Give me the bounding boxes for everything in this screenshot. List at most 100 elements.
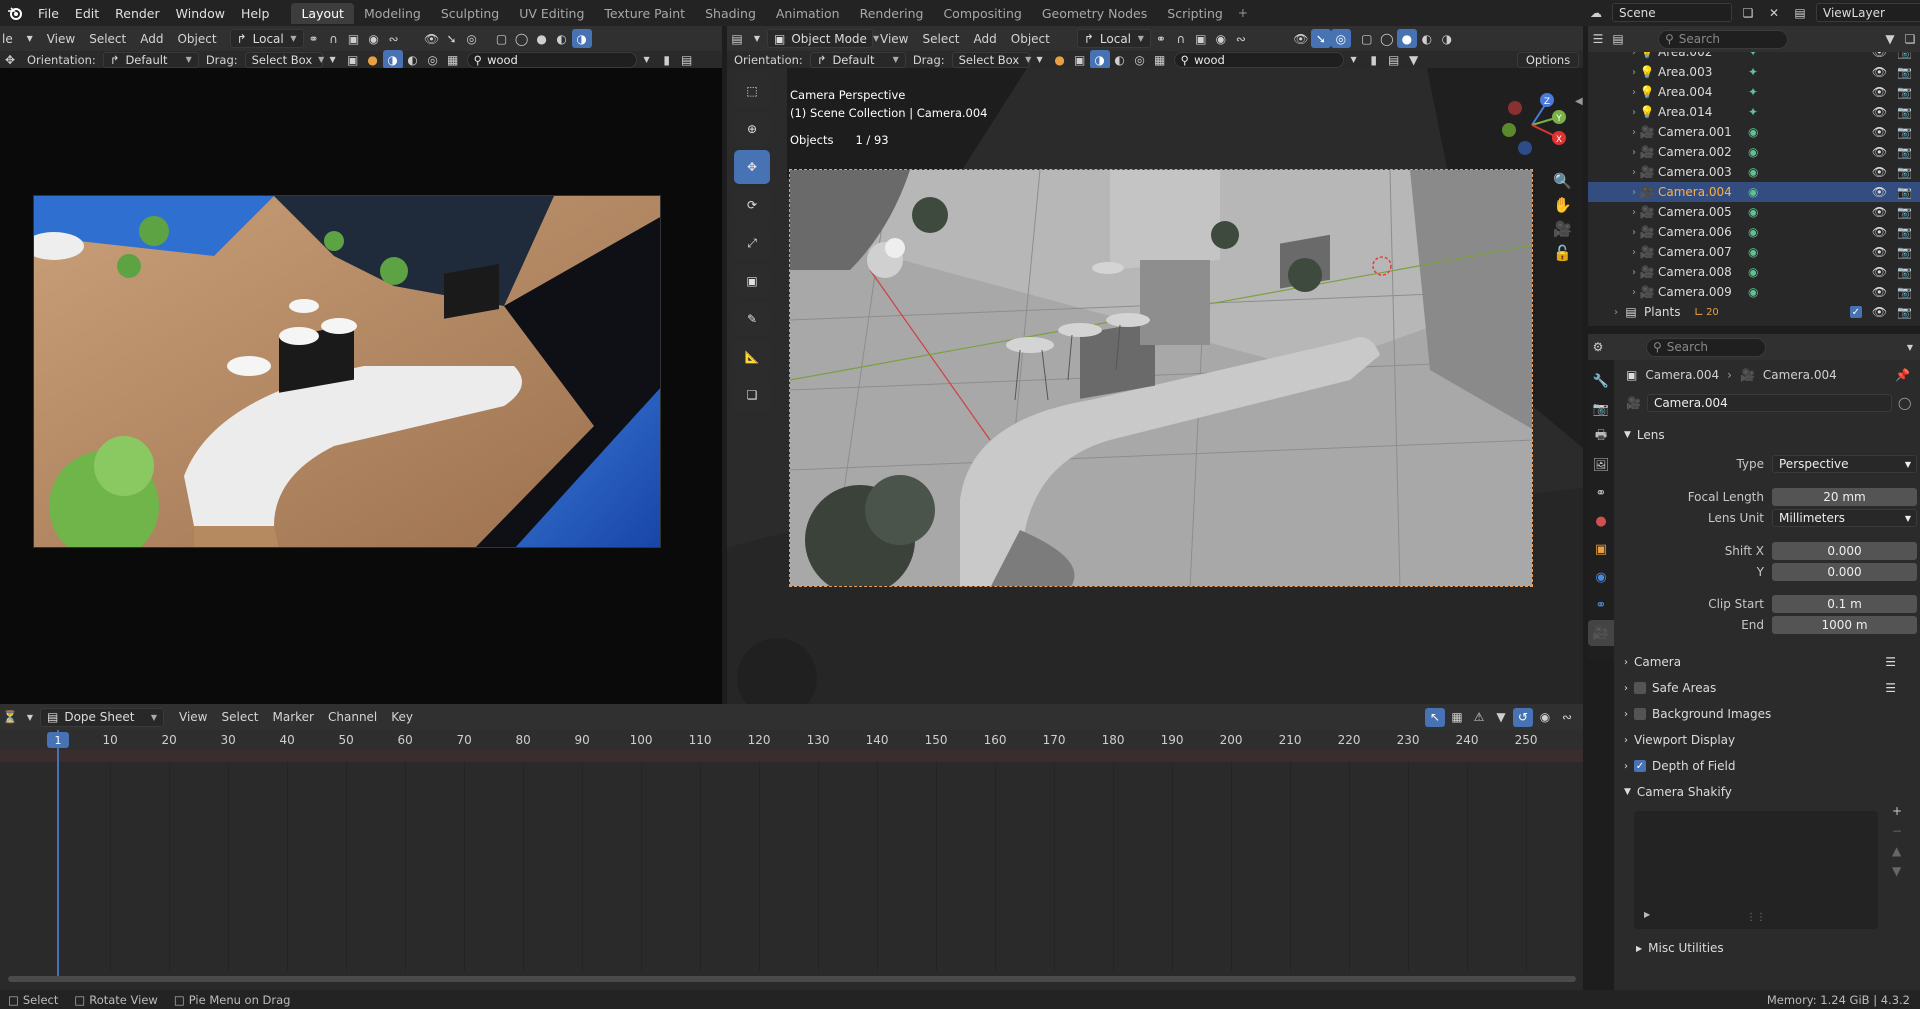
wireframe-shading-icon[interactable]: ◯ (1377, 29, 1397, 48)
camera-render-icon[interactable]: 📷 (1897, 145, 1912, 159)
eye-icon[interactable]: 👁 (1872, 305, 1887, 319)
lens-panel-header[interactable]: ▼ Lens (1614, 422, 1920, 448)
magnet-icon[interactable]: ∩ (1171, 29, 1191, 48)
filter-shading-icon[interactable]: ◑ (1089, 50, 1110, 69)
camera-data-icon[interactable]: ◉ (1748, 225, 1758, 239)
outliner-item-name[interactable]: Camera.001 (1658, 125, 1748, 139)
outliner-row[interactable]: › 🎥 Camera.004 ◉ 👁 📷 (1588, 182, 1920, 202)
move-up-icon[interactable]: ▲ (1892, 844, 1902, 858)
chevron-right-icon[interactable]: ▶ (1644, 910, 1650, 919)
filter-icon-d[interactable]: ▦ (443, 50, 463, 69)
viewport-display-panel-header[interactable]: › Viewport Display (1614, 727, 1920, 753)
camera-view-icon[interactable]: 🎥 (1553, 220, 1572, 238)
outliner-row[interactable]: › 🎥 Camera.009 ◉ 👁 📷 (1588, 282, 1920, 302)
solid-shading-icon[interactable]: ● (532, 29, 552, 48)
properties-search-input[interactable]: ⚲ Search (1646, 337, 1766, 357)
eye-icon[interactable]: 👁 (1872, 85, 1887, 99)
left-transform-pivot[interactable]: ↱ Local ▼ (229, 29, 304, 48)
left-menu-select[interactable]: Select (82, 32, 133, 46)
snap-icon[interactable]: ⚭ (304, 29, 324, 48)
outliner-item-name[interactable]: Camera.004 (1658, 185, 1748, 199)
camera-render-icon[interactable]: 📷 (1897, 285, 1912, 299)
outliner-row[interactable]: › 🎥 Camera.003 ◉ 👁 📷 (1588, 162, 1920, 182)
misc-utilities-header[interactable]: ▶ Misc Utilities (1614, 935, 1920, 961)
pan-hand-icon[interactable]: ✋ (1553, 196, 1572, 214)
clip-start-field[interactable]: 0.1 m (1772, 595, 1917, 613)
properties-editor-icon[interactable]: ⚙ (1588, 338, 1608, 357)
background-images-checkbox[interactable] (1634, 708, 1646, 720)
cursor-tool-icon[interactable]: ⊕ (734, 112, 770, 146)
falloff-icon[interactable]: ∾ (384, 29, 404, 48)
outliner-row[interactable]: › 🎥 Camera.001 ◉ 👁 📷 (1588, 122, 1920, 142)
camera-render-icon[interactable]: 📷 (1897, 245, 1912, 259)
new-collection-icon[interactable]: ❏ (1900, 30, 1920, 49)
horizontal-scrollbar[interactable] (8, 976, 1576, 982)
filter-icon-b[interactable]: ◐ (1110, 50, 1130, 69)
current-frame-indicator[interactable]: 1 (47, 732, 69, 748)
camera-data-icon[interactable]: 🎥 (1626, 396, 1641, 410)
overlay-icon[interactable]: ◎ (1330, 29, 1351, 48)
editor-type-icon[interactable]: ▤ (727, 29, 747, 48)
material-shading-icon[interactable]: ◐ (552, 29, 572, 48)
outliner-row[interactable]: › 🎥 Camera.007 ◉ 👁 📷 (1588, 242, 1920, 262)
bookmark-icon[interactable]: ▮ (657, 50, 677, 69)
outliner-row[interactable]: › 💡 Area.004 ✦ 👁 📷 (1588, 82, 1920, 102)
xray-icon[interactable]: ▢ (492, 29, 512, 48)
sidebar-toggle-icon[interactable]: ◀ (1575, 96, 1583, 107)
eye-icon[interactable]: 👁 (1872, 125, 1887, 139)
view-layer-tab-icon[interactable]: 🖼 (1588, 452, 1614, 478)
expand-chevron-icon[interactable]: › (1588, 87, 1636, 98)
expand-chevron-icon[interactable]: › (1588, 287, 1636, 298)
outliner-item-name[interactable]: Camera.003 (1658, 165, 1748, 179)
view-layer-icon[interactable]: ▤ (1790, 3, 1810, 22)
select-box-tool-icon[interactable]: ⬚ (734, 74, 770, 108)
tool-tab-icon[interactable]: 🔧 (1588, 368, 1614, 394)
outliner-item-name[interactable]: Camera.006 (1658, 225, 1748, 239)
camera-shakify-panel-header[interactable]: ▼ Camera Shakify (1614, 779, 1920, 805)
ds-menu-view[interactable]: View (172, 710, 214, 724)
collection-name[interactable]: Plants (1644, 305, 1694, 319)
scene-selector[interactable]: Scene (1612, 3, 1732, 22)
expand-chevron-icon[interactable]: › (1588, 52, 1636, 58)
only-selected-icon[interactable]: ↖ (1425, 707, 1445, 727)
safe-areas-panel-header[interactable]: › Safe Areas ☰ (1614, 675, 1920, 701)
tab-scripting[interactable]: Scripting (1157, 3, 1233, 24)
ds-menu-channel[interactable]: Channel (321, 710, 384, 724)
bookmark-icon[interactable]: ▮ (1364, 50, 1384, 69)
camera-data-icon[interactable]: ◉ (1748, 145, 1758, 159)
camera-render-icon[interactable]: 📷 (1897, 52, 1912, 59)
gizmo-icon[interactable]: ➘ (442, 29, 462, 48)
outliner-collection-row[interactable]: › ▤ Plants ∟ 20 ✓ 👁 📷 (1588, 302, 1920, 322)
eye-icon[interactable]: 👁 (1872, 145, 1887, 159)
expand-chevron-icon[interactable]: › (1588, 307, 1618, 318)
proportional-edit-icon[interactable]: ◉ (1211, 29, 1231, 48)
chevron-down-icon[interactable]: ▼ (20, 708, 40, 727)
rendered-shading-icon[interactable]: ◑ (571, 29, 592, 48)
expand-chevron-icon[interactable]: › (1588, 267, 1636, 278)
filter-funnel-icon[interactable]: ▼ (1880, 30, 1900, 49)
navigation-gizmo[interactable]: Z Y X (1497, 90, 1567, 160)
eye-icon[interactable]: 👁 (1872, 205, 1887, 219)
falloff-icon[interactable]: ∾ (1557, 708, 1577, 727)
magnet-icon[interactable]: ∩ (324, 29, 344, 48)
render-tab-icon[interactable]: 📷 (1588, 396, 1614, 422)
left-menu-view[interactable]: View (40, 32, 82, 46)
outliner-row[interactable]: › 🎥 Camera.005 ◉ 👁 📷 (1588, 202, 1920, 222)
options-dropdown[interactable]: Options (1517, 51, 1579, 68)
expand-chevron-icon[interactable]: › (1588, 127, 1636, 138)
filter-icon-b[interactable]: ◐ (403, 50, 423, 69)
outliner-item-name[interactable]: Area.014 (1658, 105, 1748, 119)
scene-tab-icon[interactable]: ⚭ (1588, 480, 1614, 506)
auto-snap-icon[interactable]: ↺ (1513, 707, 1533, 727)
camera-render-icon[interactable]: 📷 (1897, 305, 1912, 319)
filter-funnel-icon[interactable]: ▼ (1404, 50, 1424, 69)
expand-chevron-icon[interactable]: › (1588, 227, 1636, 238)
show-hidden-icon[interactable]: ▦ (1447, 708, 1467, 727)
chevron-down-icon[interactable]: ▼ (1030, 50, 1050, 69)
camera-panel-header[interactable]: › Camera ☰ (1614, 649, 1920, 675)
gizmo-icon[interactable]: ➘ (1310, 29, 1331, 48)
resize-grip-icon[interactable]: ⋮⋮ (1746, 912, 1766, 923)
eye-icon[interactable]: 👁 (1872, 52, 1887, 59)
camera-data-icon[interactable]: ◉ (1748, 205, 1758, 219)
outliner-item-name[interactable]: Camera.005 (1658, 205, 1748, 219)
